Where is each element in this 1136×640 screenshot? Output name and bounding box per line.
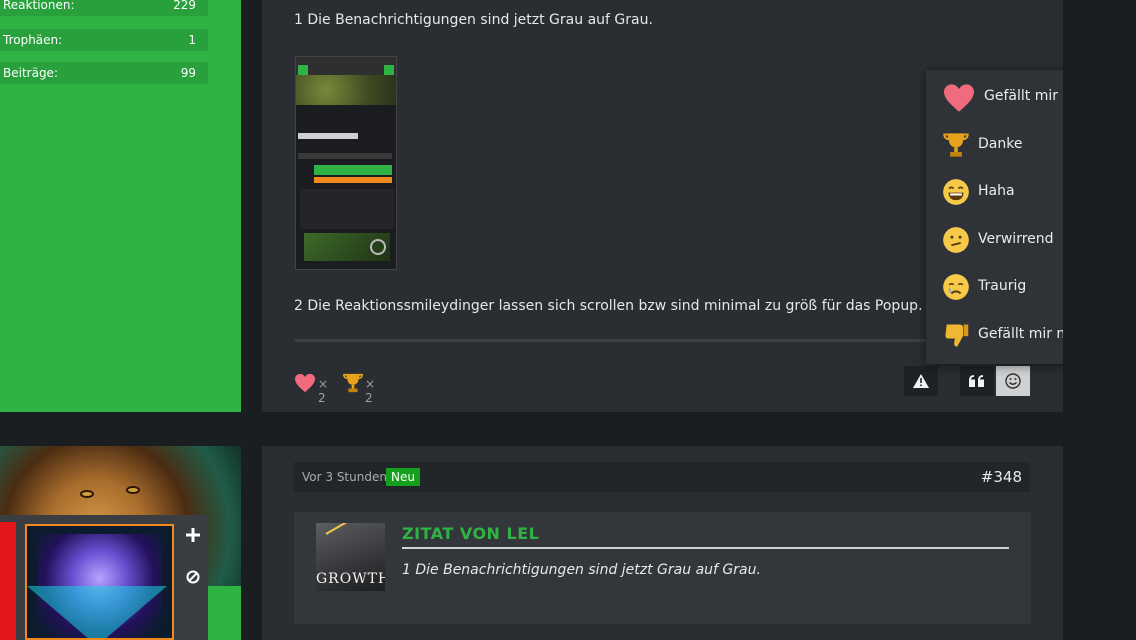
reaction-label: Traurig: [978, 278, 1027, 294]
block-icon: [186, 570, 200, 584]
confused-icon: [943, 227, 969, 253]
zoom-icon: [370, 239, 386, 255]
avatar-image-detail: [27, 586, 167, 638]
thumb-title-bar: [298, 133, 358, 139]
right-gutter: [1063, 0, 1136, 640]
plus-icon: [186, 528, 200, 542]
post-meta-bar: Vor 3 Stunden Neu #348: [294, 462, 1030, 492]
reaction-count: × 2: [365, 377, 376, 405]
quote-avatar-text: GROWTH: [316, 571, 385, 587]
screenshot-thumbnail[interactable]: [295, 56, 397, 270]
post-time[interactable]: Vor 3 Stunden: [302, 470, 387, 484]
growth-arrow: [325, 523, 370, 535]
thumb-nav-bar: [298, 153, 392, 159]
trophy-icon: [943, 133, 969, 157]
quote-button[interactable]: [960, 366, 994, 396]
stat-label: Beiträge:: [3, 66, 58, 80]
thumb-banner: [296, 75, 396, 105]
quote-text: 1 Die Benachrichtigungen sind jetzt Grau…: [402, 562, 761, 578]
reaction-label: Gefällt mir: [984, 88, 1058, 104]
stat-label: Trophäen:: [3, 33, 63, 47]
avatar[interactable]: [25, 524, 174, 640]
user-info-panel-green: [208, 586, 241, 640]
quote-divider: [402, 547, 1009, 549]
reaction-count: × 2: [318, 377, 329, 405]
avatar-actions: [178, 515, 208, 600]
ignore-button[interactable]: [178, 557, 208, 597]
quote-author-link[interactable]: ZITAT VON LEL: [402, 524, 539, 543]
quote-avatar[interactable]: GROWTH: [316, 523, 385, 591]
user-icon: [384, 65, 394, 75]
trophy-icon: [343, 373, 363, 393]
sad-icon: [943, 274, 969, 300]
smiley-icon: [1005, 373, 1021, 389]
post-text-line-1: 1 Die Benachrichtigungen sind jetzt Grau…: [294, 12, 653, 28]
report-button[interactable]: [904, 366, 938, 396]
stat-label: Reaktionen:: [3, 0, 75, 12]
react-button[interactable]: [996, 366, 1030, 396]
thumb-header: [296, 57, 396, 75]
quote-icon: [969, 375, 984, 387]
divider: [294, 339, 1031, 342]
post-text-line-2: 2 Die Reaktionssmileydinger lassen sich …: [294, 298, 923, 314]
stat-row-trophies: Trophäen: 1: [0, 29, 208, 51]
thumb-user-box: [314, 165, 392, 175]
thumb-user-banner: [314, 177, 392, 183]
post-number-link[interactable]: #348: [981, 468, 1022, 486]
status-strip: [0, 522, 16, 640]
reaction-label: Danke: [978, 136, 1023, 152]
stat-row-reactions: Reaktionen: 229: [0, 0, 208, 16]
post-card-2: Vor 3 Stunden Neu #348 GROWTH ZITAT VON …: [262, 446, 1063, 640]
banner-detail: [126, 486, 140, 494]
grin-icon: [943, 179, 969, 205]
stat-value: 99: [180, 66, 196, 80]
stat-row-posts: Beiträge: 99: [0, 62, 208, 84]
quote-block: GROWTH ZITAT VON LEL 1 Die Benachrichtig…: [294, 512, 1031, 624]
thumb-body: [300, 189, 394, 229]
new-badge: Neu: [386, 468, 420, 486]
stat-value: 1: [188, 33, 196, 47]
warning-icon: [913, 374, 929, 388]
reaction-label: Haha: [978, 183, 1015, 199]
heart-icon: [944, 84, 974, 112]
banner-detail: [80, 490, 94, 498]
thumbs-down-icon: [945, 324, 969, 347]
menu-icon: [298, 65, 308, 75]
heart-icon: [295, 373, 315, 393]
follow-button[interactable]: [178, 515, 208, 555]
stat-value: 229: [173, 0, 196, 12]
reaction-label: Verwirrend: [978, 231, 1054, 247]
user-info-panel: Reaktionen: 229 Trophäen: 1 Beiträge: 99: [0, 0, 241, 412]
